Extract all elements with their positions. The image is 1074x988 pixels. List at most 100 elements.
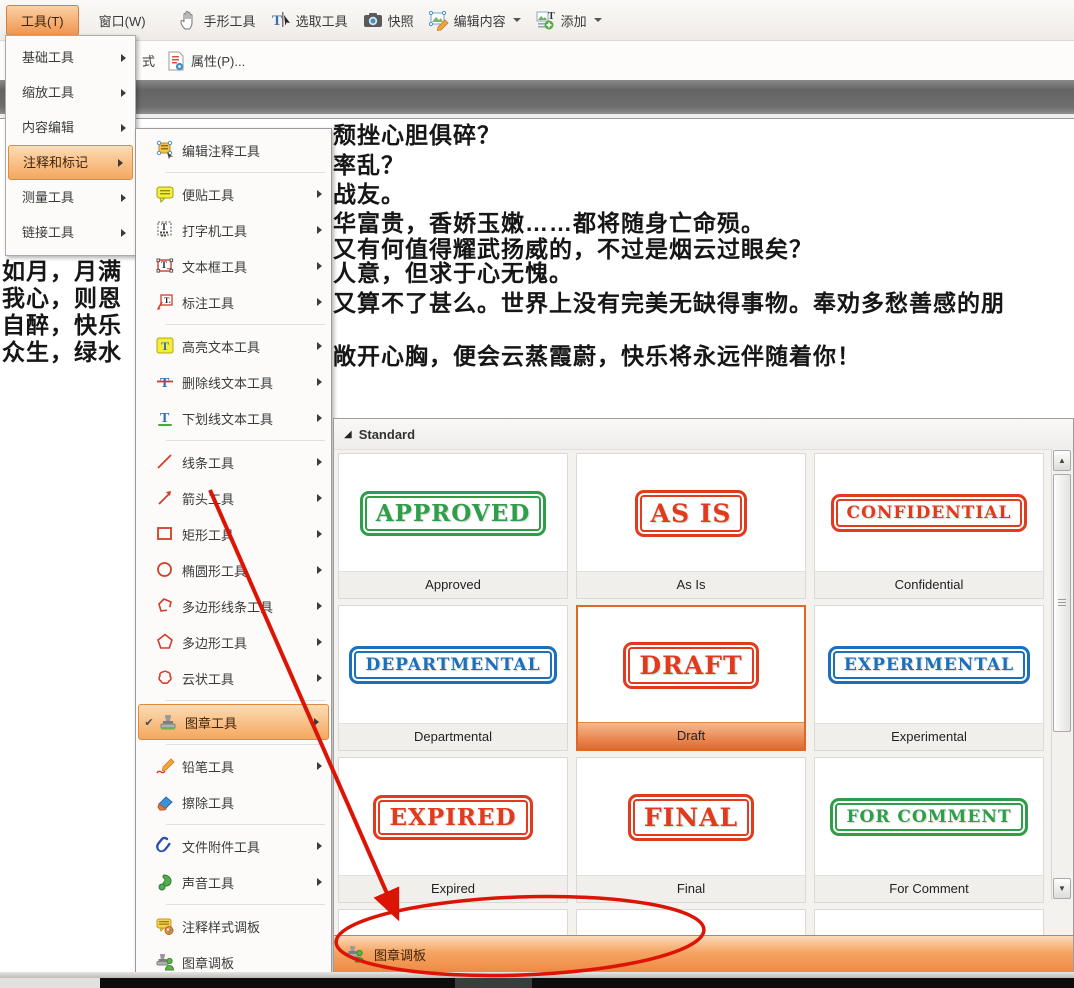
snapshot-button[interactable]: 快照 (358, 9, 418, 31)
tools-menu-item-4[interactable]: 注释和标记 (8, 145, 133, 180)
submenu-item-箭头工具[interactable]: 箭头工具 (136, 480, 331, 516)
stamp-preview-area: DRAFT (578, 607, 804, 723)
stamp-card-as-is[interactable]: AS ISAs Is (576, 453, 806, 599)
stamp-card-clipped[interactable] (338, 909, 568, 936)
svg-text:T: T (160, 411, 170, 426)
submenu-item-矩形工具[interactable]: 矩形工具 (136, 516, 331, 552)
submenu-item-线条工具[interactable]: 线条工具 (136, 444, 331, 480)
stamp-card-confidential[interactable]: CONFIDENTIALConfidential (814, 453, 1044, 599)
taskbar-dark-area (100, 978, 1074, 988)
ellipse-icon (154, 560, 176, 580)
select-tool-button[interactable]: T 选取工具 (266, 9, 352, 31)
menu-window-button[interactable]: 窗口(W) (85, 6, 160, 35)
submenu-arrow-icon (121, 124, 126, 132)
stamp-card-draft[interactable]: DRAFTDraft (576, 605, 806, 751)
submenu-item-标注工具[interactable]: T.标注工具 (136, 284, 331, 320)
scroll-down-button[interactable]: ▼ (1053, 878, 1071, 899)
eraser-icon (154, 792, 176, 812)
add-button[interactable]: T 添加 (531, 9, 606, 31)
menu-separator (136, 740, 331, 748)
toolbar-row2: 式 属性(P)... (0, 41, 1074, 80)
properties-label[interactable]: 属性(P)... (191, 51, 245, 70)
submenu-item-云状工具[interactable]: 云状工具 (136, 660, 331, 696)
submenu-item-便贴工具[interactable]: 便贴工具 (136, 176, 331, 212)
stamps-panel-body: APPROVEDApprovedAS ISAs IsCONFIDENTIALCo… (334, 449, 1073, 936)
attachment-icon (154, 836, 176, 856)
submenu-item-label: 箭头工具 (182, 489, 234, 508)
submenu-item-编辑注释工具[interactable]: 编辑注释工具 (136, 132, 331, 168)
menu-tools-button[interactable]: 工具(T) (6, 5, 79, 36)
polyline-icon (154, 596, 176, 616)
submenu-item-高亮文本工具[interactable]: T高亮文本工具 (136, 328, 331, 364)
scroll-up-button[interactable]: ▲ (1053, 450, 1071, 471)
stamp-card-departmental[interactable]: DEPARTMENTALDepartmental (338, 605, 568, 751)
submenu-item-label: 多边形线条工具 (182, 597, 273, 616)
collapse-triangle-icon[interactable]: ◢ (344, 429, 352, 440)
submenu-item-注释样式调板[interactable]: 注释样式调板 (136, 908, 331, 944)
camera-icon (362, 9, 384, 31)
stamp-caption: As Is (577, 571, 805, 598)
tools-menu-item-6[interactable]: 链接工具 (6, 215, 135, 250)
submenu-arrow-icon (121, 229, 126, 237)
submenu-item-文件附件工具[interactable]: 文件附件工具 (136, 828, 331, 864)
stamp-card-final[interactable]: FINALFinal (576, 757, 806, 903)
stamp-card-experimental[interactable]: EXPERIMENTALExperimental (814, 605, 1044, 751)
edit-content-icon (428, 9, 450, 31)
submenu-item-铅笔工具[interactable]: 铅笔工具 (136, 748, 331, 784)
edit-content-button[interactable]: 编辑内容 (424, 9, 525, 31)
stamp-caption: Departmental (339, 723, 567, 750)
hand-tool-button[interactable]: 手形工具 (174, 9, 260, 31)
stamp-card-clipped[interactable] (576, 909, 806, 936)
submenu-arrow-icon (317, 342, 322, 350)
stamp-card-clipped[interactable] (814, 909, 1044, 936)
line-icon (154, 452, 176, 472)
stamps-panel: ◢ Standard APPROVEDApprovedAS ISAs IsCON… (333, 418, 1074, 973)
submenu-item-下划线文本工具[interactable]: T 下划线文本工具 (136, 400, 331, 436)
submenu-arrow-icon (317, 762, 322, 770)
submenu-item-删除线文本工具[interactable]: T删除线文本工具 (136, 364, 331, 400)
hand-icon (178, 9, 200, 31)
menu-separator (136, 820, 331, 828)
submenu-item-椭圆形工具[interactable]: 椭圆形工具 (136, 552, 331, 588)
stamps-panel-header[interactable]: ◢ Standard (334, 419, 1073, 450)
submenu-item-label: 擦除工具 (182, 793, 234, 812)
tools-menu-item-label: 链接工具 (22, 225, 74, 240)
edit-content-dropdown-arrow[interactable] (513, 18, 521, 22)
snapshot-label: 快照 (388, 11, 414, 30)
tools-menu-item-label: 内容编辑 (22, 120, 74, 135)
submenu-item-图章工具[interactable]: ✔图章工具 (138, 704, 329, 740)
submenu-item-label: 下划线文本工具 (182, 409, 273, 428)
submenu-item-擦除工具[interactable]: 擦除工具 (136, 784, 331, 820)
add-dropdown-arrow[interactable] (594, 18, 602, 22)
tools-menu-item-2[interactable]: 缩放工具 (6, 75, 135, 110)
tools-menu-item-3[interactable]: 内容编辑 (6, 110, 135, 145)
menu-separator (136, 696, 331, 704)
stamp-text: EXPIRED (373, 795, 532, 840)
strikethrough-text-icon: T (154, 372, 176, 392)
stamp-card-approved[interactable]: APPROVEDApproved (338, 453, 568, 599)
submenu-arrow-icon (314, 718, 319, 726)
submenu-item-声音工具[interactable]: 声音工具 (136, 864, 331, 900)
submenu-item-label: 多边形工具 (182, 633, 247, 652)
submenu-item-label: 打字机工具 (182, 221, 247, 240)
submenu-item-多边形线条工具[interactable]: 多边形线条工具 (136, 588, 331, 624)
taskbar (0, 978, 1074, 988)
submenu-arrow-icon (317, 262, 322, 270)
toolbar-fragment: 式 (142, 51, 155, 70)
stamp-card-for-comment[interactable]: FOR COMMENTFor Comment (814, 757, 1044, 903)
tools-menu-item-label: 基础工具 (22, 50, 74, 65)
scrollbar-thumb[interactable] (1053, 474, 1071, 732)
submenu-item-打字机工具[interactable]: T打字机工具 (136, 212, 331, 248)
checkmark-icon: ✔ (141, 716, 157, 729)
polygon-icon (154, 632, 176, 652)
tools-menu-item-1[interactable]: 基础工具 (6, 40, 135, 75)
submenu-item-label: 文本框工具 (182, 257, 247, 276)
stamp-card-expired[interactable]: EXPIREDExpired (338, 757, 568, 903)
annotation-markup-submenu: 编辑注释工具便贴工具T打字机工具T_文本框工具T.标注工具T高亮文本工具T删除线… (135, 128, 332, 985)
stamp-palette-bar[interactable]: 图章调板 (334, 935, 1073, 972)
submenu-item-多边形工具[interactable]: 多边形工具 (136, 624, 331, 660)
select-tool-icon: T (270, 9, 292, 31)
stamps-scrollbar[interactable]: ▲ ▼ (1051, 449, 1072, 900)
submenu-item-文本框工具[interactable]: T_文本框工具 (136, 248, 331, 284)
tools-menu-item-5[interactable]: 测量工具 (6, 180, 135, 215)
